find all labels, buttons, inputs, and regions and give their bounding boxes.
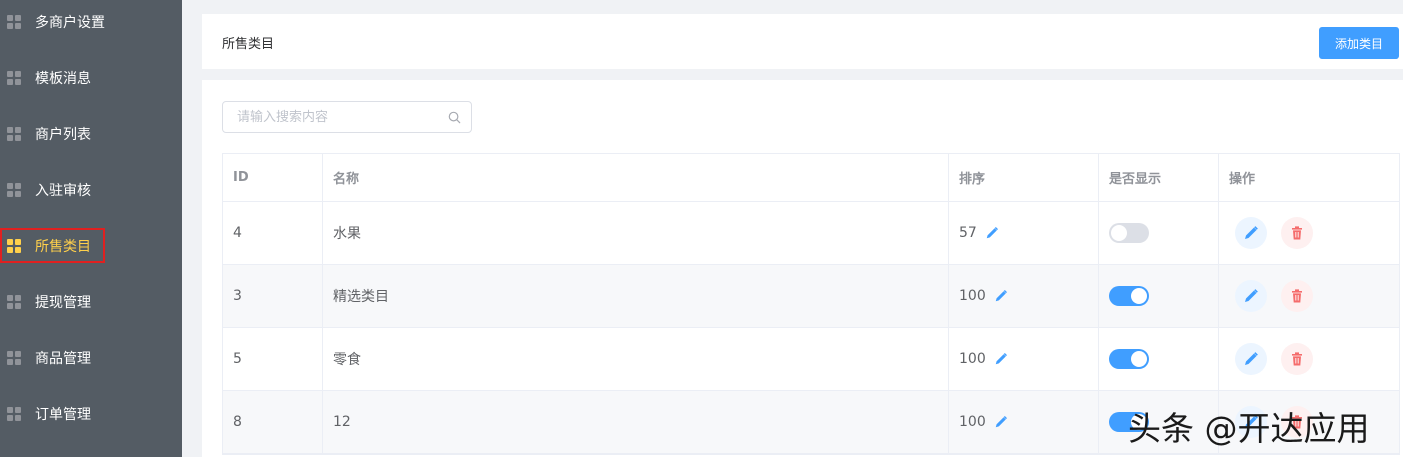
- visibility-toggle[interactable]: [1109, 286, 1149, 306]
- toggle-knob: [1131, 351, 1147, 367]
- toggle-knob: [1111, 225, 1127, 241]
- sidebar-item-entry-review[interactable]: 入驻审核: [0, 162, 182, 218]
- cell-name: 零食: [323, 328, 949, 390]
- cell-id: 5: [223, 328, 323, 390]
- cell-sort: 100: [949, 328, 1099, 390]
- grid-icon: [7, 295, 21, 309]
- pencil-icon: [1243, 225, 1259, 241]
- grid-icon: [7, 127, 21, 141]
- column-header-name: 名称: [323, 154, 949, 201]
- edit-button[interactable]: [1235, 343, 1267, 375]
- sidebar-item-merchant-list[interactable]: 商户列表: [0, 106, 182, 162]
- sidebar-item-products[interactable]: 商品管理: [0, 330, 182, 386]
- watermark: 头条 @开达应用: [1128, 409, 1370, 448]
- cell-name: 12: [323, 391, 949, 453]
- visibility-toggle[interactable]: [1109, 223, 1149, 243]
- cell-id-text: 5: [233, 351, 242, 367]
- sidebar-item-withdrawals[interactable]: 提现管理: [0, 274, 182, 330]
- trash-icon: [1289, 288, 1305, 304]
- cell-name: 水果: [323, 202, 949, 264]
- grid-icon: [7, 183, 21, 197]
- search-input[interactable]: [237, 102, 437, 132]
- sidebar-item-label: 商品管理: [35, 351, 91, 367]
- sidebar-item-template-messages[interactable]: 模板消息: [0, 50, 182, 106]
- cell-sort: 57: [949, 202, 1099, 264]
- column-header-sort: 排序: [949, 154, 1099, 201]
- cell-visible: [1099, 328, 1219, 390]
- edit-sort-icon[interactable]: [994, 415, 1008, 429]
- column-header-visible: 是否显示: [1099, 154, 1219, 201]
- table-row: 3 精选类目 100: [223, 265, 1399, 328]
- toggle-knob: [1131, 288, 1147, 304]
- table-header-row: ID 名称 排序 是否显示 操作: [223, 154, 1399, 202]
- edit-button[interactable]: [1235, 217, 1267, 249]
- main-content: ID 名称 排序 是否显示 操作 4 水果 57 3 精选类目 100 5 零食 100 8 12 1…: [202, 80, 1403, 457]
- search-box: [222, 101, 472, 133]
- cell-sort-text: 100: [959, 414, 986, 430]
- cell-visible: [1099, 265, 1219, 327]
- edit-sort-icon[interactable]: [985, 226, 999, 240]
- delete-button[interactable]: [1281, 343, 1313, 375]
- cell-visible: [1099, 202, 1219, 264]
- cell-id: 8: [223, 391, 323, 453]
- sidebar-item-label: 商户列表: [35, 127, 91, 143]
- grid-icon: [7, 71, 21, 85]
- sidebar-item-label: 多商户设置: [35, 15, 105, 31]
- table-row: 5 零食 100: [223, 328, 1399, 391]
- sidebar-item-label: 所售类目: [35, 239, 91, 255]
- column-header-id: ID: [223, 154, 323, 201]
- delete-button[interactable]: [1281, 280, 1313, 312]
- cell-name: 精选类目: [323, 265, 949, 327]
- cell-name-text: 精选类目: [333, 289, 389, 305]
- sidebar-item-label: 订单管理: [35, 407, 91, 423]
- visibility-toggle[interactable]: [1109, 349, 1149, 369]
- grid-icon: [7, 351, 21, 365]
- cell-id: 3: [223, 265, 323, 327]
- cell-name-text: 12: [333, 414, 351, 430]
- sidebar-item-categories[interactable]: 所售类目: [0, 218, 182, 274]
- cell-id-text: 4: [233, 225, 242, 241]
- grid-icon: [7, 15, 21, 29]
- page-header: 所售类目 添加类目: [202, 14, 1403, 69]
- delete-button[interactable]: [1281, 217, 1313, 249]
- cell-id-text: 3: [233, 288, 242, 304]
- sidebar: 多商户设置 模板消息 商户列表 入驻审核 所售类目 提现管理 商品管理 订单管理: [0, 0, 182, 457]
- sidebar-item-label: 模板消息: [35, 71, 91, 87]
- grid-icon: [7, 407, 21, 421]
- table-row: 4 水果 57: [223, 202, 1399, 265]
- sidebar-item-label: 入驻审核: [35, 183, 91, 199]
- page-title: 所售类目: [222, 37, 275, 52]
- edit-sort-icon[interactable]: [994, 352, 1008, 366]
- cell-id: 4: [223, 202, 323, 264]
- cell-actions: [1219, 328, 1399, 390]
- sidebar-item-multi-merchant-settings[interactable]: 多商户设置: [0, 0, 182, 50]
- cell-name-text: 零食: [333, 352, 361, 368]
- cell-sort: 100: [949, 265, 1099, 327]
- pencil-icon: [1243, 351, 1259, 367]
- sidebar-item-label: 提现管理: [35, 295, 91, 311]
- add-category-button[interactable]: 添加类目: [1319, 27, 1399, 59]
- cell-sort: 100: [949, 391, 1099, 453]
- cell-id-text: 8: [233, 414, 242, 430]
- cell-actions: [1219, 202, 1399, 264]
- search-icon[interactable]: [448, 111, 461, 124]
- column-header-actions: 操作: [1229, 172, 1256, 187]
- edit-button[interactable]: [1235, 280, 1267, 312]
- edit-sort-icon[interactable]: [994, 289, 1008, 303]
- cell-sort-text: 57: [959, 225, 977, 241]
- pencil-icon: [1243, 288, 1259, 304]
- cell-actions: [1219, 265, 1399, 327]
- sidebar-item-orders[interactable]: 订单管理: [0, 386, 182, 442]
- grid-icon: [7, 239, 21, 253]
- cell-sort-text: 100: [959, 288, 986, 304]
- trash-icon: [1289, 351, 1305, 367]
- cell-name-text: 水果: [333, 226, 361, 242]
- cell-sort-text: 100: [959, 351, 986, 367]
- trash-icon: [1289, 225, 1305, 241]
